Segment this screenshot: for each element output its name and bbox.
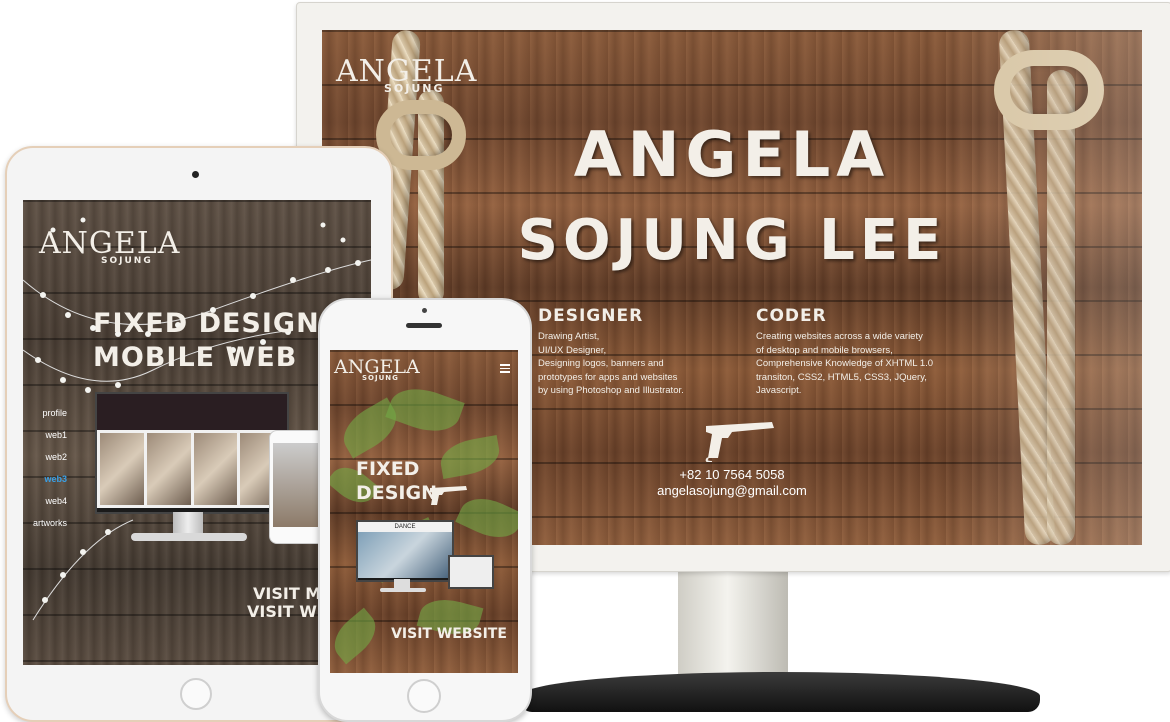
pistol-icon xyxy=(705,422,774,462)
hamburger-menu-icon[interactable] xyxy=(500,364,510,373)
nav-item-web4[interactable]: web4 xyxy=(23,496,67,518)
phone-home-button[interactable] xyxy=(407,679,441,713)
mockup-hero-image xyxy=(358,532,452,578)
phone-camera xyxy=(422,308,427,313)
mockup-gallery xyxy=(97,430,287,508)
tablet-side-nav: profile web1 web2 web3 web4 artworks xyxy=(23,408,67,540)
phone-screen: ANGELA SOJUNG FIXED DESIGN DANCE VISIT W… xyxy=(330,350,518,673)
coder-text: Creating websites across a wide variety … xyxy=(756,330,976,398)
hero-name-line1: ANGELA xyxy=(573,118,891,191)
coder-line: transiton, CSS2, HTML5, CSS3, JQuery, xyxy=(756,371,927,383)
phone-small-mockup[interactable] xyxy=(448,555,494,589)
site-logo[interactable]: ANGELA SOJUNG xyxy=(336,54,486,102)
phone-visit-website-link[interactable]: VISIT WEBSITE xyxy=(330,626,518,642)
mockup-monitor-base xyxy=(380,588,426,592)
monitor-stand-neck xyxy=(678,570,788,685)
tablet-camera xyxy=(192,171,199,178)
tablet-monitor-mockup[interactable] xyxy=(95,392,289,514)
nav-item-web1[interactable]: web1 xyxy=(23,430,67,452)
nav-item-web2[interactable]: web2 xyxy=(23,452,67,474)
phone-speaker xyxy=(406,323,442,328)
designer-line: Designing logos, banners and xyxy=(538,358,664,369)
phone-logo-sub: SOJUNG xyxy=(362,374,399,382)
coder-line: of desktop and mobile browsers, xyxy=(756,344,893,356)
mockup-title: DANCE xyxy=(358,522,452,532)
mockup-monitor-base xyxy=(131,533,247,541)
mockup-photo xyxy=(100,433,144,505)
hero-name-line2: SOJUNG LEE xyxy=(517,208,947,273)
coder-line: Javascript. xyxy=(756,385,802,396)
leaf-decoration xyxy=(385,379,465,441)
tablet-home-button[interactable] xyxy=(180,678,212,710)
designer-line: UI/UX Designer, xyxy=(538,344,607,356)
phone-monitor-mockup[interactable]: DANCE xyxy=(356,520,454,582)
monitor-stand-base xyxy=(520,672,1040,712)
coder-heading: CODER xyxy=(756,306,827,326)
mockup-monitor-neck xyxy=(173,512,203,534)
phone-headline-1: FIXED xyxy=(356,458,420,480)
nav-item-artworks[interactable]: artworks xyxy=(23,518,67,540)
tablet-headline-1: FIXED DESIGN & xyxy=(93,308,355,339)
nav-item-web3[interactable]: web3 xyxy=(23,474,67,496)
designer-line: by using Photoshop and Illustrator. xyxy=(538,385,684,396)
light-haze xyxy=(942,30,1142,545)
coder-line: Comprehensive Knowledge of XHTML 1.0 xyxy=(756,358,934,369)
coder-line: Creating websites across a wide variety xyxy=(756,331,923,342)
designer-text: Drawing Artist, UI/UX Designer, Designin… xyxy=(538,330,738,398)
logo-sub-text: SOJUNG xyxy=(384,82,445,95)
tablet-logo[interactable]: ANGELA SOJUNG xyxy=(39,226,199,266)
tablet-phone-mockup[interactable] xyxy=(269,430,325,544)
designer-heading: DESIGNER xyxy=(538,306,644,326)
designer-section: DESIGNER Drawing Artist, UI/UX Designer,… xyxy=(538,306,738,398)
tablet-headline-2: MOBILE WEB xyxy=(93,342,298,373)
designer-line: prototypes for apps and websites xyxy=(538,371,678,383)
tablet-logo-sub: SOJUNG xyxy=(101,256,153,266)
contact-email[interactable]: angelasojung@gmail.com xyxy=(622,483,842,498)
mockup-phone-screen xyxy=(273,443,321,527)
nav-item-profile[interactable]: profile xyxy=(23,408,67,430)
phone-headline-2: DESIGN xyxy=(356,482,438,504)
coder-section: CODER Creating websites across a wide va… xyxy=(756,306,976,398)
designer-line: Drawing Artist, xyxy=(538,331,600,342)
mockup-photo xyxy=(193,433,238,505)
contact-phone[interactable]: +82 10 7564 5058 xyxy=(622,467,842,482)
mockup-photo xyxy=(146,433,191,505)
mockup-header xyxy=(97,394,287,430)
leaf-decoration xyxy=(437,435,503,479)
phone-logo[interactable]: ANGELA SOJUNG xyxy=(334,356,424,384)
pistol-icon xyxy=(430,486,467,505)
